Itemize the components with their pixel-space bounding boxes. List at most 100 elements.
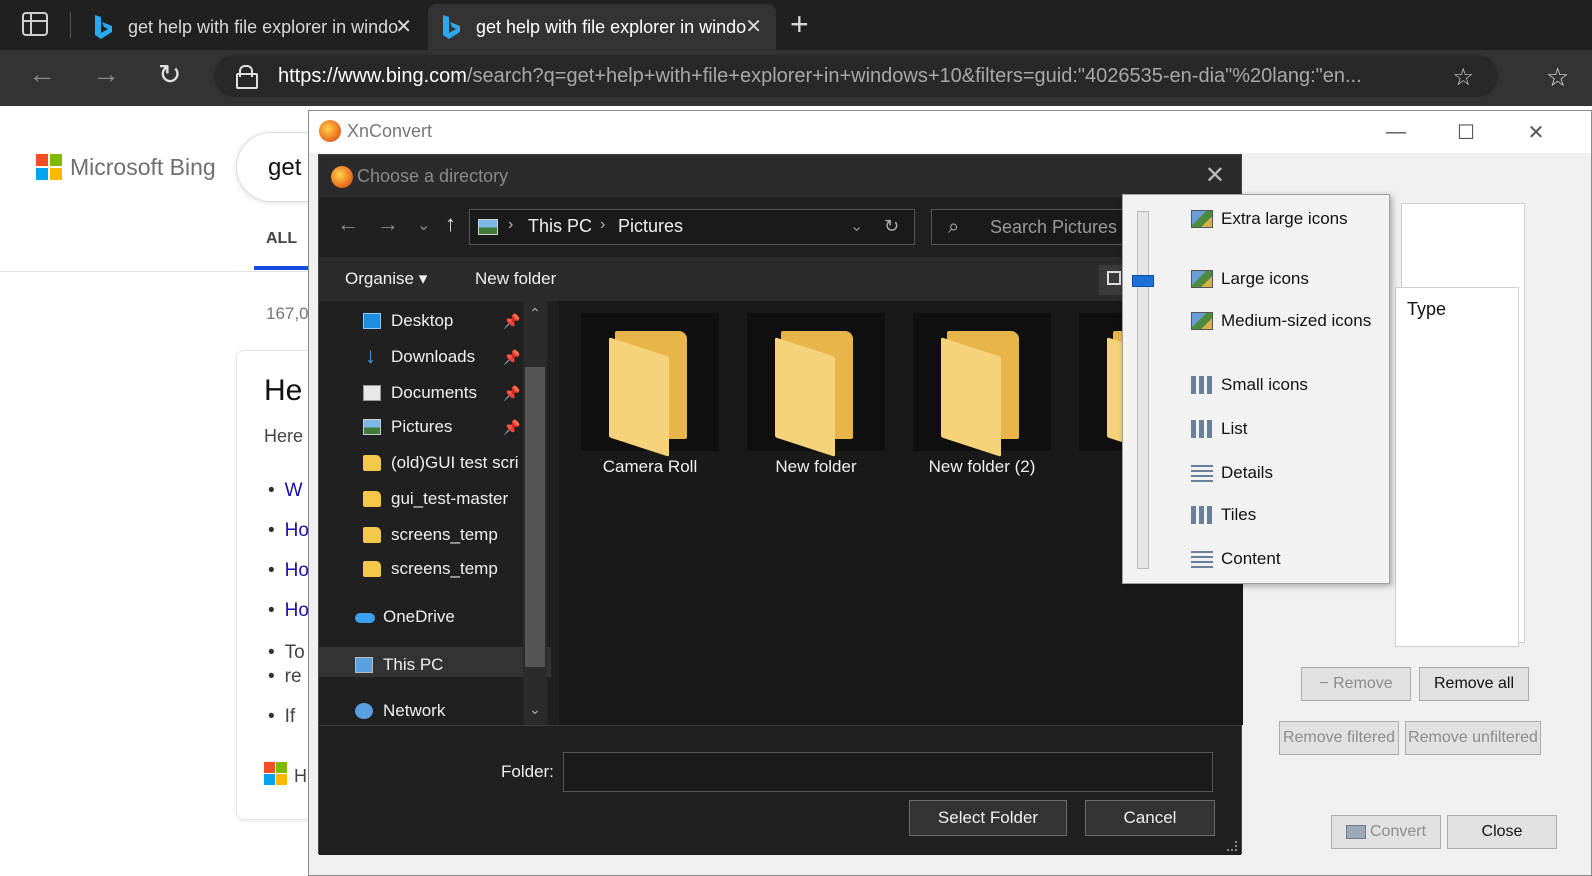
nav-item-label: OneDrive [383, 607, 455, 626]
bing-tab-all[interactable]: ALL [266, 230, 297, 248]
breadcrumb[interactable]: › This PC › Pictures ⌄ ↻ [469, 209, 915, 245]
nav-item-network[interactable]: Network [355, 695, 525, 727]
folder-item-label: Camera Roll [602, 457, 698, 476]
menu-item-tiles[interactable]: Tiles [1187, 497, 1383, 533]
nav-item-label: Desktop [391, 311, 454, 330]
folder-input[interactable] [563, 752, 1213, 792]
nav-item-this-pc[interactable]: This PC [355, 649, 525, 681]
back-arrow-icon[interactable]: ← [337, 211, 359, 237]
active-tab-underline [254, 266, 314, 270]
folder-item[interactable]: Camera Roll [575, 313, 725, 483]
menu-item-label: Content [1221, 549, 1281, 568]
search-icon: ⌕ [948, 216, 960, 238]
tab-actions-icon[interactable] [22, 12, 48, 36]
pin-icon[interactable]: 📌 [503, 349, 520, 366]
chevron-down-icon[interactable]: ⌄ [417, 215, 430, 235]
menu-item-medium-icons[interactable]: Medium-sized icons [1187, 303, 1383, 339]
nav-item-folder[interactable]: gui_test-master [363, 483, 533, 515]
nav-item-folder[interactable]: (old)GUI test scri [363, 447, 533, 479]
close-icon[interactable]: ✕ [745, 14, 762, 39]
dialog-title: Choose a directory [357, 166, 509, 186]
chevron-down-icon[interactable]: ⌄ [525, 701, 545, 718]
file-list-panel[interactable] [1395, 287, 1519, 647]
remove-all-button[interactable]: Remove all [1419, 667, 1529, 701]
menu-item-details[interactable]: Details [1187, 455, 1383, 491]
folder-icon [363, 455, 381, 471]
browser-tab-2[interactable]: get help with file explorer in windows 1… [428, 4, 776, 50]
menu-item-list[interactable]: List [1187, 411, 1383, 447]
favorites-icon[interactable]: ☆ [1546, 62, 1569, 93]
close-icon[interactable]: ✕ [395, 14, 412, 39]
card-heading: He [264, 374, 303, 407]
chevron-down-icon[interactable]: ⌄ [850, 216, 863, 236]
type-column-header[interactable]: Type [1407, 299, 1446, 320]
remove-filtered-button[interactable]: Remove filtered [1279, 721, 1399, 755]
folder-item[interactable]: New folder [741, 313, 891, 483]
forward-arrow-icon[interactable]: → [92, 58, 120, 90]
remove-unfiltered-button[interactable]: Remove unfiltered [1405, 721, 1541, 755]
menu-item-small-icons[interactable]: Small icons [1187, 367, 1383, 403]
document-icon [363, 385, 381, 401]
organise-button[interactable]: Organise ▾ [345, 269, 427, 289]
maximize-icon[interactable]: ☐ [1431, 111, 1501, 153]
card-text: Here [264, 426, 304, 446]
folder-label: Folder: [501, 762, 554, 781]
new-tab-icon[interactable]: + [790, 6, 809, 43]
nav-item-label: Network [383, 701, 446, 720]
minimize-icon[interactable]: — [1361, 111, 1431, 153]
select-folder-button[interactable]: Select Folder [909, 800, 1067, 836]
menu-item-label: Small icons [1221, 375, 1308, 394]
card-link[interactable]: Ho [268, 600, 309, 622]
breadcrumb-pictures[interactable]: Pictures [618, 216, 683, 237]
menu-item-large-icons[interactable]: Large icons [1187, 261, 1383, 297]
pin-icon[interactable]: 📌 [503, 313, 520, 330]
view-size-slider-track[interactable] [1137, 211, 1149, 569]
nav-scrollbar-thumb[interactable] [525, 367, 545, 667]
reload-icon[interactable]: ↻ [158, 58, 181, 91]
breadcrumb-this-pc[interactable]: This PC [528, 216, 592, 237]
navigation-pane: Desktop 📌 Downloads 📌 Documents 📌 Pictur… [319, 301, 551, 725]
close-icon[interactable]: ✕ [1205, 161, 1225, 190]
nav-item-folder[interactable]: screens_temp [363, 519, 533, 551]
cancel-button[interactable]: Cancel [1085, 800, 1215, 836]
remove-button[interactable]: − Remove [1301, 667, 1411, 701]
add-favorite-icon[interactable]: ☆ [1452, 63, 1474, 92]
chevron-right-icon[interactable]: › [508, 216, 513, 234]
menu-item-extra-large-icons[interactable]: Extra large icons [1187, 201, 1383, 237]
chevron-down-icon: ▾ [413, 269, 428, 288]
dialog-titlebar: Choose a directory ✕ [319, 155, 1241, 197]
card-link[interactable]: W [268, 480, 303, 502]
new-folder-button[interactable]: New folder [475, 269, 556, 289]
nav-item-label: (old)GUI test scri [391, 453, 519, 472]
organise-label: Organise [345, 269, 414, 288]
list-icon [1191, 420, 1213, 438]
folder-item[interactable]: New folder (2) [907, 313, 1057, 483]
nav-item-folder[interactable]: screens_temp [363, 553, 533, 585]
chevron-up-icon[interactable]: ⌃ [525, 305, 545, 322]
url-field[interactable]: https://www.bing.com/search?q=get+help+w… [214, 55, 1498, 97]
nav-item-onedrive[interactable]: OneDrive [355, 601, 525, 633]
tab-title: get help with file explorer in windows 1… [128, 16, 398, 37]
nav-item-label: screens_temp [391, 525, 498, 544]
card-link[interactable]: Ho [268, 520, 309, 542]
view-size-slider-thumb[interactable] [1132, 275, 1154, 287]
resize-grip-icon[interactable] [1227, 841, 1237, 851]
card-link[interactable]: Ho [268, 560, 309, 582]
menu-item-content[interactable]: Content [1187, 541, 1383, 577]
menu-item-label: Details [1221, 463, 1273, 482]
pictures-icon [363, 419, 381, 435]
pin-icon[interactable]: 📌 [503, 419, 520, 436]
menu-item-label: Large icons [1221, 269, 1309, 288]
convert-button[interactable]: Convert [1331, 815, 1441, 849]
back-arrow-icon[interactable]: ← [28, 58, 56, 90]
menu-item-label: Medium-sized icons [1221, 311, 1372, 330]
close-icon[interactable]: ✕ [1501, 111, 1571, 153]
pin-icon[interactable]: 📌 [503, 385, 520, 402]
close-button[interactable]: Close [1447, 815, 1557, 849]
browser-tab-1[interactable]: get help with file explorer in windows 1… [86, 4, 426, 50]
chevron-right-icon[interactable]: › [600, 216, 605, 234]
bing-query-text: get [268, 154, 302, 181]
up-arrow-icon[interactable]: ↑ [445, 211, 456, 237]
refresh-icon[interactable]: ↻ [884, 216, 899, 237]
forward-arrow-icon[interactable]: → [377, 211, 399, 237]
